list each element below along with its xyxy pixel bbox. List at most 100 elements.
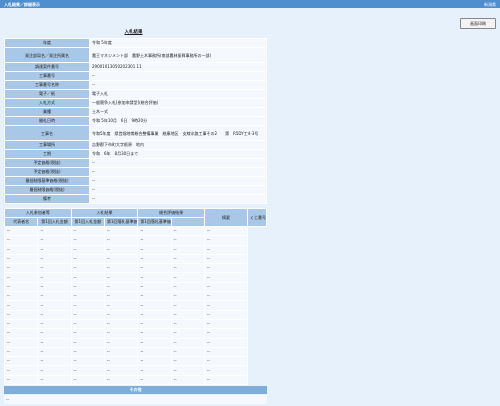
table-cell: -- — [37, 300, 72, 311]
info-label: 業種 — [4, 107, 90, 117]
table-cell: -- — [3, 225, 39, 237]
table-cell: -- — [137, 318, 172, 330]
table-cell: -- — [37, 244, 72, 255]
table-cell: -- — [3, 309, 39, 320]
table-cell: -- — [103, 318, 139, 330]
table-cell: -- — [37, 309, 72, 320]
info-label: 発注部局名／発注所属名 — [4, 47, 90, 63]
results-table: 入札参加者等 入札結果 総合評価結果 摘要 くじ番号 代表者名 第1回入札金額 … — [3, 208, 267, 386]
table-cell: -- — [137, 225, 172, 237]
info-value: 令和 5年度 — [89, 38, 267, 48]
table-cell: -- — [37, 281, 72, 293]
info-label: 入札方式 — [4, 98, 90, 108]
table-row: -- -- -- -- -- -- -- — [3, 365, 267, 376]
info-label: 予定価格(税抜) — [4, 167, 90, 177]
info-row: 工事名 令和5年度 県営畑地帯総合整備事業 総康地区 支線水路工事その2 第 R5… — [4, 125, 267, 141]
info-row: 最低制限価格(税抜) -- — [4, 185, 267, 195]
sub-header-standard-1: 第1回落札基準価格 — [103, 217, 139, 227]
info-label: 工事名 — [4, 125, 90, 141]
table-cell: -- — [3, 346, 39, 358]
table-cell: -- — [37, 272, 72, 283]
sub-header-bid-amount-2: 第1回入札金額 — [70, 217, 105, 227]
table-cell: -- — [137, 309, 172, 320]
info-value: -- — [89, 185, 267, 195]
table-cell: -- — [103, 225, 139, 237]
table-cell: -- — [204, 328, 248, 339]
table-cell: -- — [70, 225, 105, 237]
print-button[interactable]: 画面印刷 — [460, 18, 496, 29]
table-row: -- -- -- -- -- -- -- — [3, 253, 267, 265]
sub-header-bid-amount-1: 第1回入札金額 — [37, 217, 72, 227]
info-row: 入札方式 一般競争入札[参加申請型](総合評価) — [4, 98, 267, 108]
table-cell: -- — [170, 291, 206, 302]
table-cell: -- — [137, 346, 172, 358]
table-cell: -- — [204, 365, 248, 376]
table-cell: -- — [170, 244, 206, 255]
table-cell: -- — [137, 235, 172, 246]
info-label: 開札日時 — [4, 116, 90, 126]
table-cell: -- — [103, 346, 139, 358]
table-cell: -- — [103, 235, 139, 246]
table-row: -- -- -- -- -- -- -- — [3, 374, 267, 386]
table-cell: -- — [3, 244, 39, 255]
sub-header-representative: 代表者名 — [3, 217, 39, 227]
group-header-remarks: 摘要 — [204, 208, 248, 227]
table-cell: -- — [3, 328, 39, 339]
table-row: -- -- -- -- -- -- -- — [3, 291, 267, 302]
table-cell: -- — [170, 328, 206, 339]
table-cell: -- — [70, 328, 105, 339]
table-cell: -- — [103, 328, 139, 339]
table-cell: -- — [103, 309, 139, 320]
table-row: -- -- -- -- -- -- -- — [3, 318, 267, 330]
info-value: 吉野郡下市町大字栃原 地内 — [89, 140, 267, 150]
info-value: 農王マネジメント部 農野土木事務所(南部農林振興事務所の一部) — [89, 47, 267, 63]
table-row: -- -- -- -- -- -- -- — [3, 235, 267, 246]
table-cell: -- — [137, 337, 172, 348]
table-cell: -- — [103, 291, 139, 302]
table-row: -- -- -- -- -- -- -- — [3, 263, 267, 274]
table-cell: -- — [137, 263, 172, 274]
table-cell: -- — [170, 272, 206, 283]
info-row: 予定価格(税抜) -- — [4, 158, 267, 168]
table-cell: -- — [70, 300, 105, 311]
info-label: 工事番号名称 — [4, 80, 90, 90]
table-cell: -- — [103, 337, 139, 348]
table-cell: -- — [3, 374, 39, 386]
table-row: -- -- -- -- -- -- -- — [3, 244, 267, 255]
info-label: 工期 — [4, 149, 90, 159]
table-cell: -- — [170, 318, 206, 330]
table-cell: -- — [137, 244, 172, 255]
other-section-header: その他 — [4, 386, 267, 394]
table-cell: -- — [170, 374, 206, 386]
table-cell: -- — [3, 365, 39, 376]
table-cell: -- — [3, 291, 39, 302]
table-row: -- -- -- -- -- -- -- — [3, 225, 267, 237]
table-cell: -- — [70, 356, 105, 367]
table-cell: -- — [70, 263, 105, 274]
table-cell: -- — [3, 272, 39, 283]
info-row: 年度 令和 5年度 — [4, 38, 267, 48]
table-cell: -- — [103, 244, 139, 255]
info-value: -- — [89, 80, 267, 90]
table-cell: -- — [170, 281, 206, 293]
info-row: 工事番号名称 -- — [4, 80, 267, 90]
info-label: 予定価格(税抜) — [4, 158, 90, 168]
table-cell: -- — [204, 300, 248, 311]
page-title: 入札結果／詳細表示 — [4, 1, 40, 7]
table-row: -- -- -- -- -- -- -- — [3, 346, 267, 358]
table-cell: -- — [170, 365, 206, 376]
table-cell: -- — [204, 272, 248, 283]
table-cell: -- — [70, 253, 105, 265]
table-row: -- -- -- -- -- -- -- — [3, 356, 267, 367]
table-cell: -- — [70, 291, 105, 302]
table-cell: -- — [70, 235, 105, 246]
info-value: 電子入札 — [89, 89, 267, 99]
table-cell: -- — [103, 272, 139, 283]
table-cell: -- — [204, 337, 248, 348]
info-row: 発注部局名／発注所属名 農王マネジメント部 農野土木事務所(南部農林振興事務所の一… — [4, 47, 267, 63]
group-header-participants: 入札参加者等 — [4, 208, 72, 218]
info-label: 工事番号 — [4, 71, 90, 81]
table-cell: -- — [204, 309, 248, 320]
info-row: 工期 令和 6年 8月30日まで — [4, 149, 267, 159]
table-cell: -- — [103, 300, 139, 311]
